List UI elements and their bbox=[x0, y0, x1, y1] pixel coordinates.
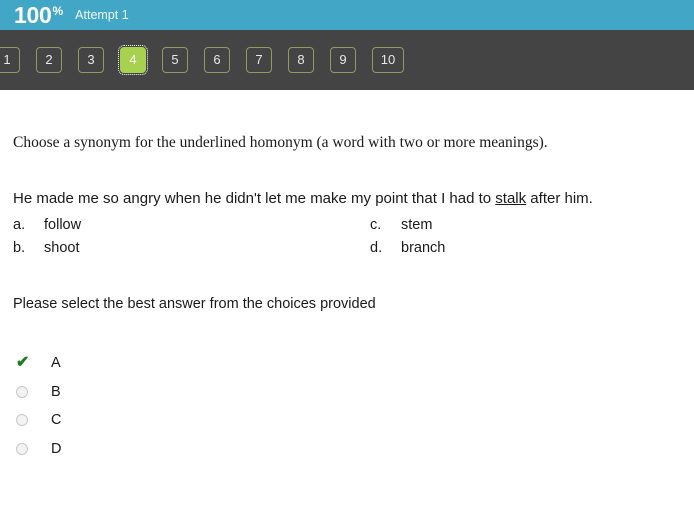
question-nav-bar: 1 2 3 4 5 6 7 8 9 10 bbox=[0, 30, 694, 90]
answer-option-d[interactable]: D bbox=[13, 435, 681, 464]
attempt-label: Attempt 1 bbox=[75, 7, 129, 22]
question-nav-button-2[interactable]: 2 bbox=[36, 47, 62, 73]
question-choices: a. follow b. shoot c. stem d. branch bbox=[13, 217, 681, 263]
select-answer-prompt: Please select the best answer from the c… bbox=[13, 296, 376, 312]
question-nav-button-10[interactable]: 10 bbox=[372, 47, 404, 73]
question-choice-a-letter: a. bbox=[13, 217, 26, 233]
answer-option-d-marker[interactable] bbox=[13, 442, 39, 455]
question-choice-c-text: stem bbox=[401, 217, 433, 233]
question-stem-after: after him. bbox=[526, 190, 593, 207]
answer-option-b-label: B bbox=[51, 383, 61, 400]
answer-option-c-marker[interactable] bbox=[13, 414, 39, 427]
question-choice-d-letter: d. bbox=[370, 240, 383, 256]
score-header: 100 % Attempt 1 bbox=[0, 0, 694, 30]
answer-option-b-marker[interactable] bbox=[13, 385, 39, 398]
radio-button-icon[interactable] bbox=[16, 385, 28, 398]
answer-option-c[interactable]: C bbox=[13, 406, 681, 435]
question-nav-button-8[interactable]: 8 bbox=[288, 47, 314, 73]
question-nav-button-6[interactable]: 6 bbox=[204, 47, 230, 73]
question-choice-b-letter: b. bbox=[13, 240, 26, 256]
question-choice-c-letter: c. bbox=[370, 217, 382, 233]
question-nav-button-5[interactable]: 5 bbox=[162, 47, 188, 73]
answer-option-a-marker: ✔ bbox=[13, 355, 39, 371]
answer-option-a-label: A bbox=[51, 355, 61, 372]
radio-button-icon[interactable] bbox=[16, 442, 28, 455]
question-choice-a-text: follow bbox=[44, 217, 82, 233]
check-icon: ✔ bbox=[16, 354, 30, 372]
question-nav-button-9[interactable]: 9 bbox=[330, 47, 356, 73]
answer-option-d-label: D bbox=[51, 440, 62, 457]
question-instruction: Choose a synonym for the underlined homo… bbox=[13, 134, 548, 151]
question-nav-button-3[interactable]: 3 bbox=[78, 47, 104, 73]
question-nav-button-4[interactable]: 4 bbox=[118, 45, 148, 75]
answer-option-a[interactable]: ✔ A bbox=[13, 349, 681, 378]
question-choice-c: c. stem bbox=[370, 217, 432, 233]
question-stem-before: He made me so angry when he didn't let m… bbox=[13, 190, 496, 207]
question-content: Choose a synonym for the underlined homo… bbox=[0, 134, 694, 463]
question-nav-button-1[interactable]: 1 bbox=[0, 47, 20, 73]
question-choice-b: b. shoot bbox=[13, 240, 79, 256]
score-value: 100 bbox=[14, 1, 52, 28]
question-nav-button-7[interactable]: 7 bbox=[246, 47, 272, 73]
answer-option-b[interactable]: B bbox=[13, 378, 681, 407]
score-percent-symbol: % bbox=[52, 4, 64, 18]
question-stem-underlined-word: stalk bbox=[495, 190, 527, 207]
question-choice-d: d. branch bbox=[370, 240, 445, 256]
question-choice-b-text: shoot bbox=[44, 240, 80, 256]
radio-button-icon[interactable] bbox=[16, 414, 28, 427]
question-choice-d-text: branch bbox=[401, 240, 446, 256]
answer-options-list: ✔ A B C D bbox=[13, 349, 681, 463]
question-nav-list: 1 2 3 4 5 6 7 8 9 10 bbox=[0, 45, 412, 75]
answer-option-c-label: C bbox=[51, 412, 62, 429]
question-stem: He made me so angry when he didn't let m… bbox=[13, 190, 681, 207]
question-choice-a: a. follow bbox=[13, 217, 81, 233]
